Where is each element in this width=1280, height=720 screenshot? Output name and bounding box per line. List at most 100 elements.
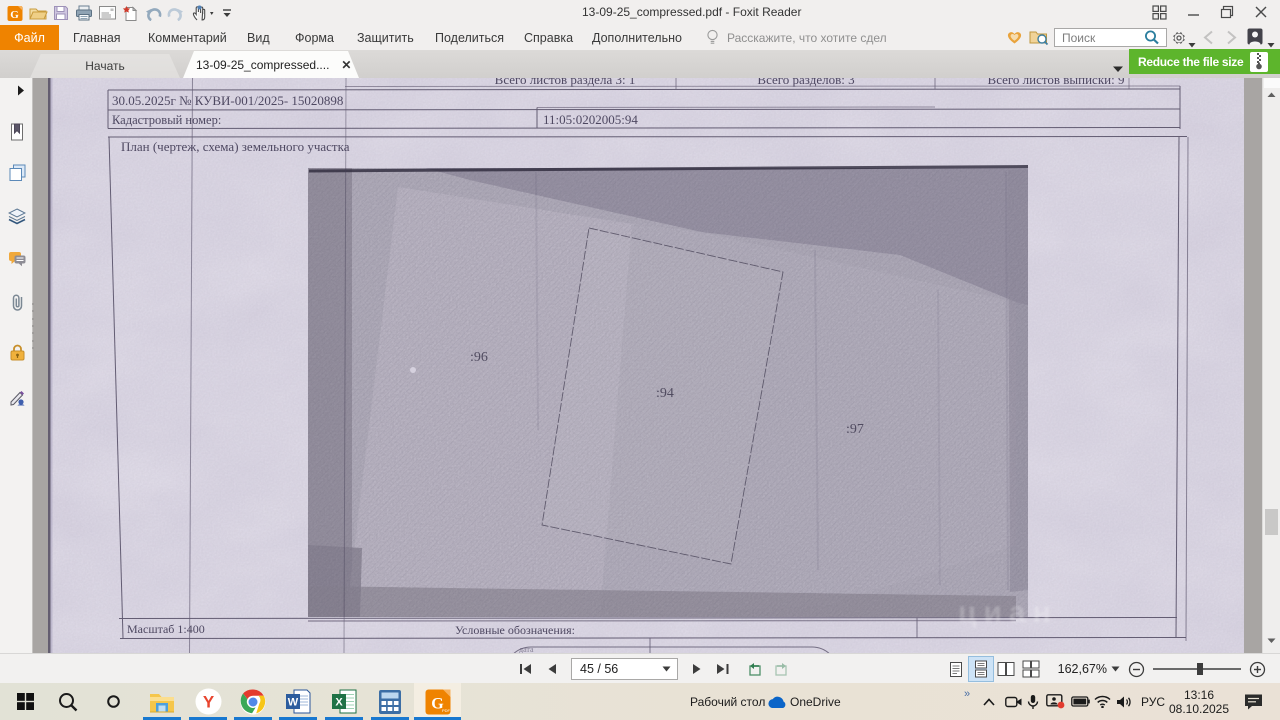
previous-page-icon[interactable] — [539, 657, 565, 681]
foxit-reader-window: G 13-09-25_compressed.pdf - Foxit Reader… — [0, 0, 1280, 720]
notification-center-icon[interactable] — [1240, 683, 1266, 720]
task-view-icon[interactable] — [98, 683, 128, 720]
battery-icon[interactable] — [1069, 683, 1091, 720]
page-canvas[interactable]: :96 :94 :97 Всего листов раздела 3: 1 Вс… — [34, 78, 1262, 653]
next-page-icon[interactable] — [684, 657, 710, 681]
undo-icon[interactable] — [142, 3, 164, 23]
attachments-icon[interactable] — [7, 292, 27, 312]
running-indicator — [234, 716, 272, 720]
forward-icon[interactable] — [1226, 30, 1237, 50]
save-icon[interactable] — [50, 3, 72, 23]
continuous-facing-icon[interactable] — [1019, 657, 1043, 681]
page-number-box[interactable]: 45 / 56 — [571, 658, 678, 680]
header-cell-2: Всего разделов: 3 — [757, 78, 854, 87]
svg-text:X: X — [335, 697, 343, 709]
taskbar-app-excel[interactable]: X — [321, 683, 367, 720]
parcel-label-96: :96 — [470, 350, 488, 365]
scale-label: Масштаб 1:400 — [127, 622, 205, 636]
toolbar-overflow-chevron[interactable]: » — [964, 675, 970, 712]
taskbar-app-yandex-browser[interactable]: Y — [185, 683, 231, 720]
svg-text:PDF: PDF — [442, 708, 451, 713]
zoom-caret-icon[interactable] — [1111, 666, 1120, 672]
page-thumbnails-icon[interactable] — [7, 162, 27, 182]
first-page-icon[interactable] — [513, 657, 539, 681]
onedrive-label[interactable]: OneDrive — [790, 683, 841, 720]
layout-grid-icon[interactable] — [1144, 2, 1174, 22]
email-icon[interactable] — [96, 3, 118, 23]
customize-toolbar-icon[interactable] — [219, 3, 235, 23]
tab-start-page[interactable]: Начать — [30, 54, 180, 79]
zoom-slider[interactable] — [1153, 663, 1241, 675]
svg-text:W: W — [288, 697, 299, 709]
expand-panel-icon[interactable] — [17, 83, 25, 101]
open-folder-icon[interactable] — [27, 3, 49, 23]
svg-text:Y: Y — [202, 693, 214, 712]
taskbar-search-icon[interactable] — [52, 683, 84, 720]
zoom-slider-thumb[interactable] — [1197, 663, 1203, 675]
bookmarks-icon[interactable] — [7, 122, 27, 142]
windows-start-icon[interactable] — [8, 683, 42, 720]
last-page-icon[interactable] — [710, 657, 736, 681]
avatar-icon[interactable] — [1247, 28, 1263, 50]
taskbar-app-chrome[interactable] — [230, 683, 276, 720]
scroll-down-icon[interactable] — [1263, 636, 1280, 646]
continuous-icon[interactable] — [967, 656, 994, 682]
plan-title: План (чертеж, схема) земельного участка — [121, 139, 350, 154]
create-pdf-icon[interactable] — [119, 3, 141, 23]
pdf-page: :96 :94 :97 Всего листов раздела 3: 1 Вс… — [48, 78, 1244, 653]
taskbar-app-file-explorer[interactable] — [139, 683, 185, 720]
scroll-up-icon[interactable] — [1263, 90, 1280, 100]
print-icon[interactable] — [73, 3, 95, 23]
navigation-sidebar — [0, 78, 34, 653]
zoom-out-icon[interactable] — [1128, 661, 1145, 678]
onedrive-icon[interactable] — [765, 683, 787, 720]
running-indicator — [325, 716, 363, 720]
zoom-in-icon[interactable] — [1249, 661, 1266, 678]
scrollbar-thumb[interactable] — [1265, 509, 1278, 535]
tab-document[interactable]: 13-09-25_compressed.... ✕ — [183, 51, 359, 78]
desktop-toolbar-label[interactable]: Рабочий стол — [690, 683, 765, 720]
security-icon[interactable] — [7, 342, 27, 362]
language-indicator[interactable]: РУС — [1141, 683, 1165, 720]
microphone-icon[interactable] — [1025, 683, 1041, 720]
facing-icon[interactable] — [994, 657, 1018, 681]
taskbar-clock[interactable]: 13:16 08.10.2025 — [1168, 683, 1230, 720]
hidden-icons-chevron[interactable] — [980, 683, 998, 720]
volume-icon[interactable] — [1113, 683, 1135, 720]
taskbar-app-word[interactable]: W — [275, 683, 321, 720]
search-input[interactable] — [1055, 30, 1143, 45]
stamp-scribble: дата — [519, 645, 534, 653]
vertical-scrollbar[interactable] — [1262, 78, 1280, 653]
gear-icon[interactable] — [1171, 30, 1187, 51]
compress-zipper-icon — [1250, 51, 1269, 72]
taskbar-app-calculator[interactable] — [367, 683, 413, 720]
wifi-icon[interactable] — [1091, 683, 1113, 720]
hand-tool-icon[interactable] — [188, 3, 218, 23]
scrollbar-top-button[interactable] — [1264, 78, 1280, 88]
taskbar-app-foxit-reader[interactable]: G PDF — [414, 683, 461, 720]
favorite-heart-icon[interactable] — [1006, 29, 1023, 50]
comments-icon[interactable] — [7, 249, 27, 269]
layers-icon[interactable] — [7, 206, 27, 226]
restore-icon[interactable] — [1212, 2, 1242, 22]
folder-search-icon[interactable] — [1029, 29, 1049, 51]
back-icon[interactable] — [1203, 30, 1214, 50]
contact-alert-icon[interactable] — [1044, 683, 1066, 720]
reduce-file-size-button[interactable]: Reduce the file size — [1129, 49, 1280, 74]
foxit-logo-icon[interactable]: G — [4, 3, 26, 23]
next-view-icon[interactable] — [768, 657, 794, 681]
running-indicator — [279, 716, 317, 720]
tab-close-icon[interactable]: ✕ — [341, 58, 351, 72]
minimize-icon[interactable] — [1178, 2, 1208, 22]
redo-icon[interactable] — [165, 3, 187, 23]
meet-now-icon[interactable] — [1003, 683, 1023, 720]
page-indicator: 45 / 56 — [580, 662, 619, 676]
page-list-caret-icon[interactable] — [662, 666, 671, 672]
previous-view-icon[interactable] — [742, 657, 768, 681]
quick-access-toolbar: G — [4, 2, 236, 24]
cadastral-label: Кадастровый номер: — [112, 113, 221, 127]
search-icon[interactable] — [1143, 29, 1161, 46]
close-icon[interactable] — [1246, 2, 1276, 22]
tab-list-caret-icon[interactable] — [1112, 60, 1124, 78]
digital-signatures-icon[interactable] — [7, 387, 27, 407]
